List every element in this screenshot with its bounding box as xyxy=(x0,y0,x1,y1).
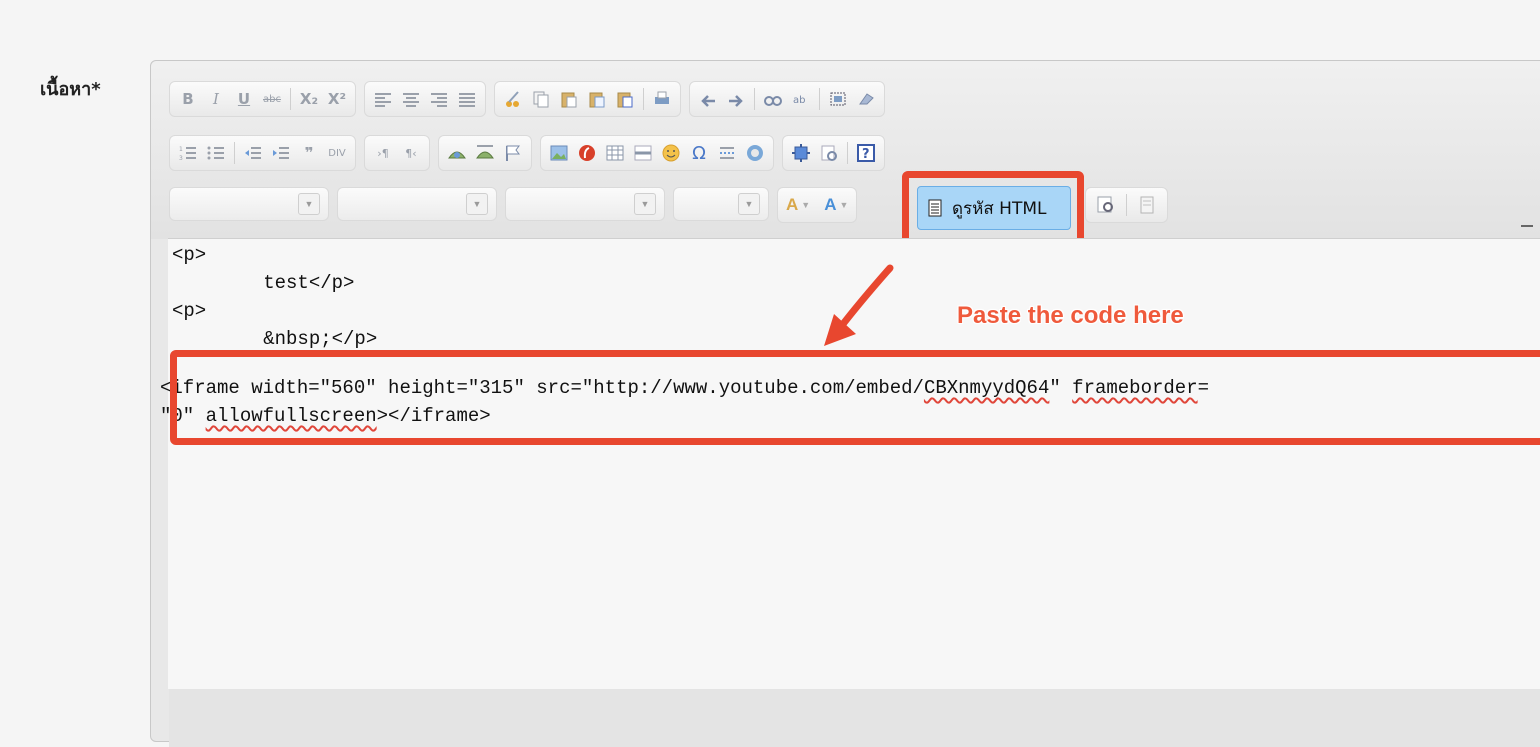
code-line-2: test</p> xyxy=(172,272,355,294)
strikethrough-button[interactable]: abc xyxy=(260,86,284,112)
cut-icon[interactable] xyxy=(501,86,525,112)
view-source-button[interactable]: ดูรหัส HTML xyxy=(917,186,1071,230)
view-source-label: ดูรหัส HTML xyxy=(952,198,1047,219)
find-icon[interactable] xyxy=(761,86,785,112)
svg-text:3: 3 xyxy=(179,155,183,161)
outdent-icon[interactable] xyxy=(241,140,265,166)
templates-icon[interactable] xyxy=(1135,192,1159,218)
font-combo[interactable]: ▼ xyxy=(505,187,665,221)
underline-button[interactable]: U xyxy=(232,86,256,112)
bold-button[interactable]: B xyxy=(176,86,200,112)
rtl-icon[interactable]: ¶‹ xyxy=(399,140,423,166)
chevron-down-icon: ▼ xyxy=(298,193,320,215)
paste-text-icon[interactable] xyxy=(585,86,609,112)
annotation-note: Paste the code here xyxy=(957,302,1184,329)
content-field-label: เนื้อหา* xyxy=(40,79,101,100)
select-all-icon[interactable] xyxy=(826,86,850,112)
align-center-icon[interactable] xyxy=(399,86,423,112)
indent-icon[interactable] xyxy=(269,140,293,166)
toolbar-row-1: B I U abc X₂ X² ab xyxy=(169,81,885,117)
collapse-toolbar-icon[interactable] xyxy=(1521,221,1533,227)
smiley-icon[interactable] xyxy=(659,140,683,166)
toolbar-row-2: 13 ❞ DIV ›¶ ¶‹ Ω ? xyxy=(169,135,885,171)
text-color-button[interactable]: A ▼ xyxy=(786,195,810,215)
preview-icon[interactable] xyxy=(1094,192,1118,218)
code-line-1: <p> xyxy=(172,244,207,266)
superscript-button[interactable]: X² xyxy=(325,86,349,112)
table-icon[interactable] xyxy=(603,140,627,166)
remove-format-icon[interactable] xyxy=(854,86,878,112)
svg-text:ab: ab xyxy=(793,95,805,106)
toolbar-separator xyxy=(234,142,235,164)
toolbar-separator xyxy=(1126,194,1127,216)
special-char-icon[interactable]: Ω xyxy=(687,140,711,166)
editor-status-bar xyxy=(169,687,1540,747)
chevron-down-icon: ▼ xyxy=(801,200,811,210)
justify-icon[interactable] xyxy=(455,86,479,112)
history-group: ab xyxy=(689,81,885,117)
chevron-down-icon: ▼ xyxy=(738,193,760,215)
page-break-icon[interactable] xyxy=(715,140,739,166)
blockquote-icon[interactable]: ❞ xyxy=(297,140,321,166)
print-icon[interactable] xyxy=(650,86,674,112)
svg-text:?: ? xyxy=(862,147,870,162)
ltr-icon[interactable]: ›¶ xyxy=(371,140,395,166)
style-combo[interactable]: ▼ xyxy=(169,187,329,221)
annotation-arrow-icon xyxy=(824,264,894,346)
align-right-icon[interactable] xyxy=(427,86,451,112)
paste-icon[interactable] xyxy=(557,86,581,112)
toolbar-separator xyxy=(290,88,291,110)
text-style-group: B I U abc X₂ X² xyxy=(169,81,356,117)
redo-icon[interactable] xyxy=(724,86,748,112)
toolbar-separator xyxy=(847,142,848,164)
horizontal-rule-icon[interactable] xyxy=(631,140,655,166)
subscript-button[interactable]: X₂ xyxy=(297,86,321,112)
toolbar-separator xyxy=(819,88,820,110)
flash-icon[interactable] xyxy=(575,140,599,166)
chevron-down-icon: ▼ xyxy=(839,200,849,210)
preview-group xyxy=(1085,187,1168,223)
chevron-down-icon: ▼ xyxy=(634,193,656,215)
help-icon[interactable]: ? xyxy=(854,140,878,166)
document-icon xyxy=(928,199,942,217)
chevron-down-icon: ▼ xyxy=(466,193,488,215)
toolbar-separator xyxy=(643,88,644,110)
clipboard-group xyxy=(494,81,681,117)
alignment-group xyxy=(364,81,486,117)
list-group: 13 ❞ DIV xyxy=(169,135,356,171)
code-line-4: &nbsp;</p> xyxy=(172,328,378,350)
bulleted-list-icon[interactable] xyxy=(204,140,228,166)
insert-group: Ω xyxy=(540,135,774,171)
copy-icon[interactable] xyxy=(529,86,553,112)
italic-button[interactable]: I xyxy=(204,86,228,112)
bg-color-button[interactable]: A ▼ xyxy=(824,195,848,215)
undo-icon[interactable] xyxy=(696,86,720,112)
color-group: A ▼ A ▼ xyxy=(777,187,858,223)
size-combo[interactable]: ▼ xyxy=(673,187,769,221)
align-left-icon[interactable] xyxy=(371,86,395,112)
replace-icon[interactable]: ab xyxy=(789,86,813,112)
svg-text:1: 1 xyxy=(179,146,183,153)
image-icon[interactable] xyxy=(547,140,571,166)
link-group xyxy=(438,135,532,171)
maximize-icon[interactable] xyxy=(789,140,813,166)
show-blocks-icon[interactable] xyxy=(817,140,841,166)
tools-group: ? xyxy=(782,135,885,171)
div-container-icon[interactable]: DIV xyxy=(325,140,349,166)
direction-group: ›¶ ¶‹ xyxy=(364,135,430,171)
code-highlight-box xyxy=(170,350,1540,445)
toolbar-separator xyxy=(754,88,755,110)
toolbar-row-3: ▼ ▼ ▼ ▼ A ▼ A ▼ xyxy=(169,187,858,223)
format-combo[interactable]: ▼ xyxy=(337,187,497,221)
unlink-icon[interactable] xyxy=(473,140,497,166)
iframe-icon[interactable] xyxy=(743,140,767,166)
code-line-3: <p> xyxy=(172,300,207,322)
numbered-list-icon[interactable]: 13 xyxy=(176,140,200,166)
link-icon[interactable] xyxy=(445,140,469,166)
paste-word-icon[interactable] xyxy=(613,86,637,112)
anchor-flag-icon[interactable] xyxy=(501,140,525,166)
